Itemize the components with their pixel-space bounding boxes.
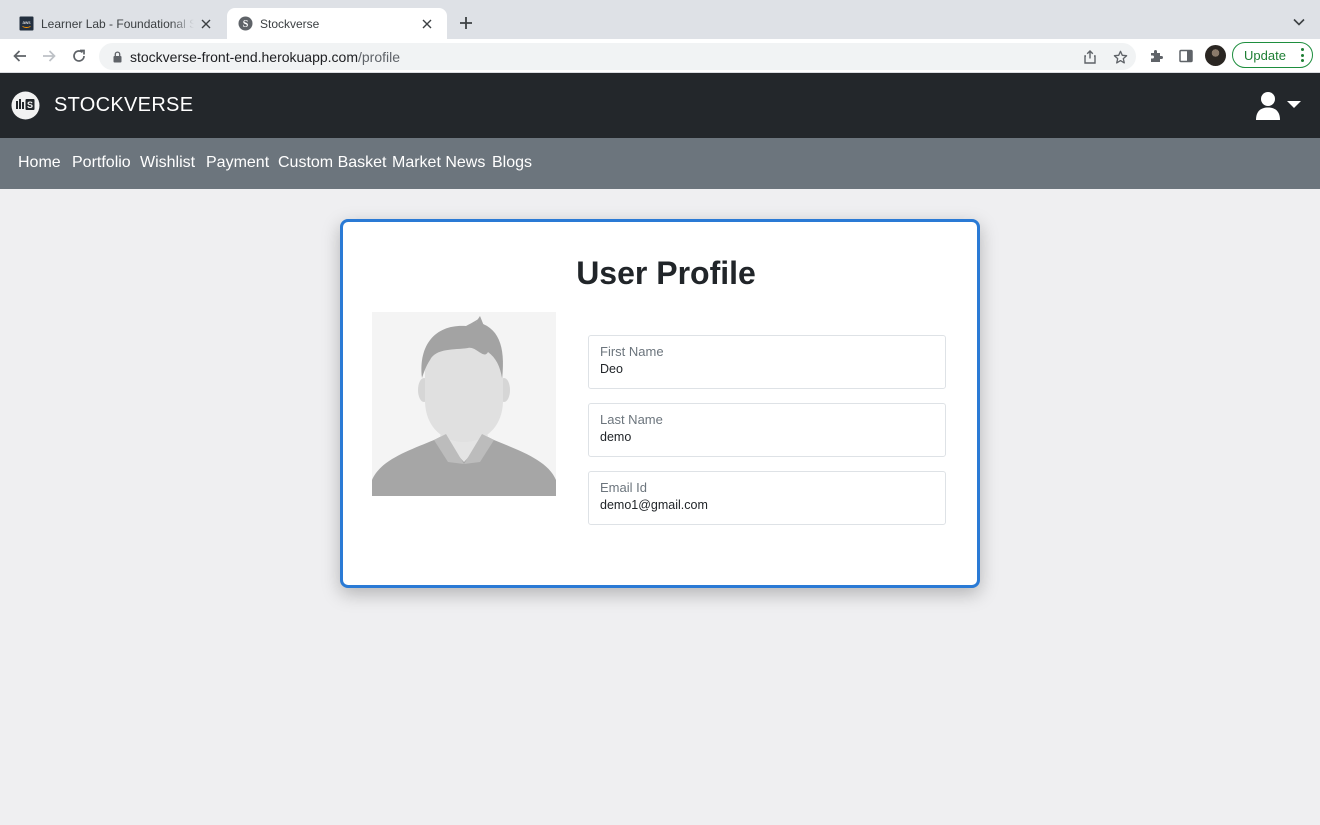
- user-icon: [1256, 92, 1280, 120]
- nav-payment[interactable]: Payment: [206, 154, 269, 172]
- url-text: stockverse-front-end.herokuapp.com/profi…: [130, 49, 400, 65]
- browser-toolbar: stockverse-front-end.herokuapp.com/profi…: [0, 39, 1320, 73]
- nav-market-news[interactable]: Market News: [392, 154, 485, 172]
- main-nav: Home Portfolio Wishlist Payment Custom B…: [0, 138, 1320, 189]
- first-name-field[interactable]: First Name Deo: [588, 335, 946, 389]
- url-host: stockverse-front-end.herokuapp.com: [130, 49, 358, 65]
- first-name-label: First Name: [600, 344, 664, 359]
- forward-arrow-icon[interactable]: [38, 45, 60, 67]
- more-vertical-icon[interactable]: [1300, 48, 1304, 62]
- email-label: Email Id: [600, 480, 647, 495]
- user-profile-card: User Profile First Name Deo Last Name de…: [340, 219, 980, 588]
- browser-profile-avatar[interactable]: [1205, 45, 1226, 66]
- extensions-puzzle-icon[interactable]: [1145, 45, 1167, 67]
- close-tab-icon[interactable]: [419, 16, 435, 32]
- nav-wishlist[interactable]: Wishlist: [140, 154, 195, 172]
- stockverse-icon: S: [238, 16, 253, 31]
- nav-portfolio[interactable]: Portfolio: [72, 154, 131, 172]
- tab-stockverse[interactable]: S Stockverse: [227, 8, 447, 39]
- svg-text:S: S: [27, 100, 33, 110]
- svg-text:aws: aws: [22, 20, 31, 25]
- brand-name[interactable]: STOCKVERSE: [54, 94, 193, 117]
- back-arrow-icon[interactable]: [9, 45, 31, 67]
- browser-tab-strip: aws Learner Lab - Foundational Services …: [0, 0, 1320, 39]
- lock-icon[interactable]: [111, 50, 123, 63]
- page-title: User Profile: [576, 255, 756, 291]
- email-value: demo1@gmail.com: [600, 498, 708, 512]
- share-icon[interactable]: [1080, 47, 1100, 67]
- last-name-label: Last Name: [600, 412, 663, 427]
- svg-text:S: S: [243, 19, 249, 30]
- aws-icon: aws: [19, 16, 34, 31]
- last-name-value: demo: [600, 430, 632, 444]
- tab-title: Stockverse: [260, 16, 320, 31]
- nav-blogs[interactable]: Blogs: [492, 154, 532, 172]
- bookmark-star-icon[interactable]: [1110, 47, 1130, 67]
- side-panel-icon[interactable]: [1175, 45, 1197, 67]
- address-bar[interactable]: stockverse-front-end.herokuapp.com/profi…: [99, 43, 1136, 70]
- stockverse-logo-icon[interactable]: S: [11, 91, 40, 120]
- update-button[interactable]: Update: [1232, 42, 1313, 68]
- chevron-down-icon[interactable]: [1290, 13, 1308, 31]
- nav-custom-basket[interactable]: Custom Basket: [278, 154, 386, 172]
- first-name-value: Deo: [600, 362, 623, 376]
- email-field[interactable]: Email Id demo1@gmail.com: [588, 471, 946, 525]
- nav-home[interactable]: Home: [18, 154, 61, 172]
- site-header: S STOCKVERSE: [0, 73, 1320, 138]
- user-silhouette-icon: [372, 312, 556, 496]
- user-menu-dropdown[interactable]: [1254, 91, 1304, 121]
- avatar: [372, 312, 556, 496]
- close-tab-icon[interactable]: [198, 16, 214, 32]
- tab-title: Learner Lab - Foundational Services: [41, 16, 194, 31]
- reload-icon[interactable]: [68, 45, 90, 67]
- last-name-field[interactable]: Last Name demo: [588, 403, 946, 457]
- caret-down-icon: [1287, 101, 1301, 108]
- tab-learner-lab[interactable]: aws Learner Lab - Foundational Services: [0, 8, 226, 39]
- new-tab-icon[interactable]: [456, 13, 476, 33]
- url-path: /profile: [358, 49, 401, 65]
- update-label: Update: [1244, 47, 1286, 63]
